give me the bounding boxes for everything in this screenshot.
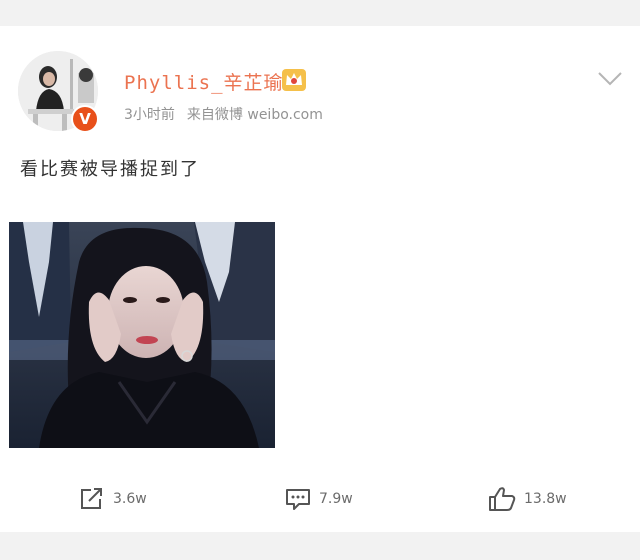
- like-button[interactable]: 13.8w: [488, 482, 567, 516]
- like-icon: [489, 487, 516, 511]
- verified-badge-icon: V: [71, 105, 99, 133]
- post-image-graphic: [9, 222, 275, 448]
- post-time[interactable]: 3小时前: [124, 104, 175, 124]
- comment-count: 7.9w: [319, 491, 353, 507]
- username-link[interactable]: Phyllis_辛芷瑜: [124, 68, 284, 95]
- repost-count: 3.6w: [113, 491, 147, 507]
- comment-icon: [286, 489, 310, 510]
- post-actions: 3.6w 7.9w 13.8w: [0, 482, 640, 516]
- chevron-down-icon[interactable]: [597, 70, 623, 88]
- weibo-post-card: V Phyllis_辛芷瑜 3小时前 来自微博 weibo.com 看比赛被导播…: [0, 26, 640, 532]
- repost-button[interactable]: 3.6w: [79, 482, 147, 516]
- post-meta: 3小时前 来自微博 weibo.com: [124, 104, 323, 124]
- like-count: 13.8w: [524, 491, 567, 507]
- post-image[interactable]: [9, 222, 275, 448]
- post-text: 看比赛被导播捉到了: [20, 159, 200, 180]
- comment-button[interactable]: 7.9w: [285, 482, 353, 516]
- repost-icon: [81, 488, 102, 509]
- post-source: 来自微博 weibo.com: [186, 107, 323, 123]
- crown-icon[interactable]: [281, 67, 307, 93]
